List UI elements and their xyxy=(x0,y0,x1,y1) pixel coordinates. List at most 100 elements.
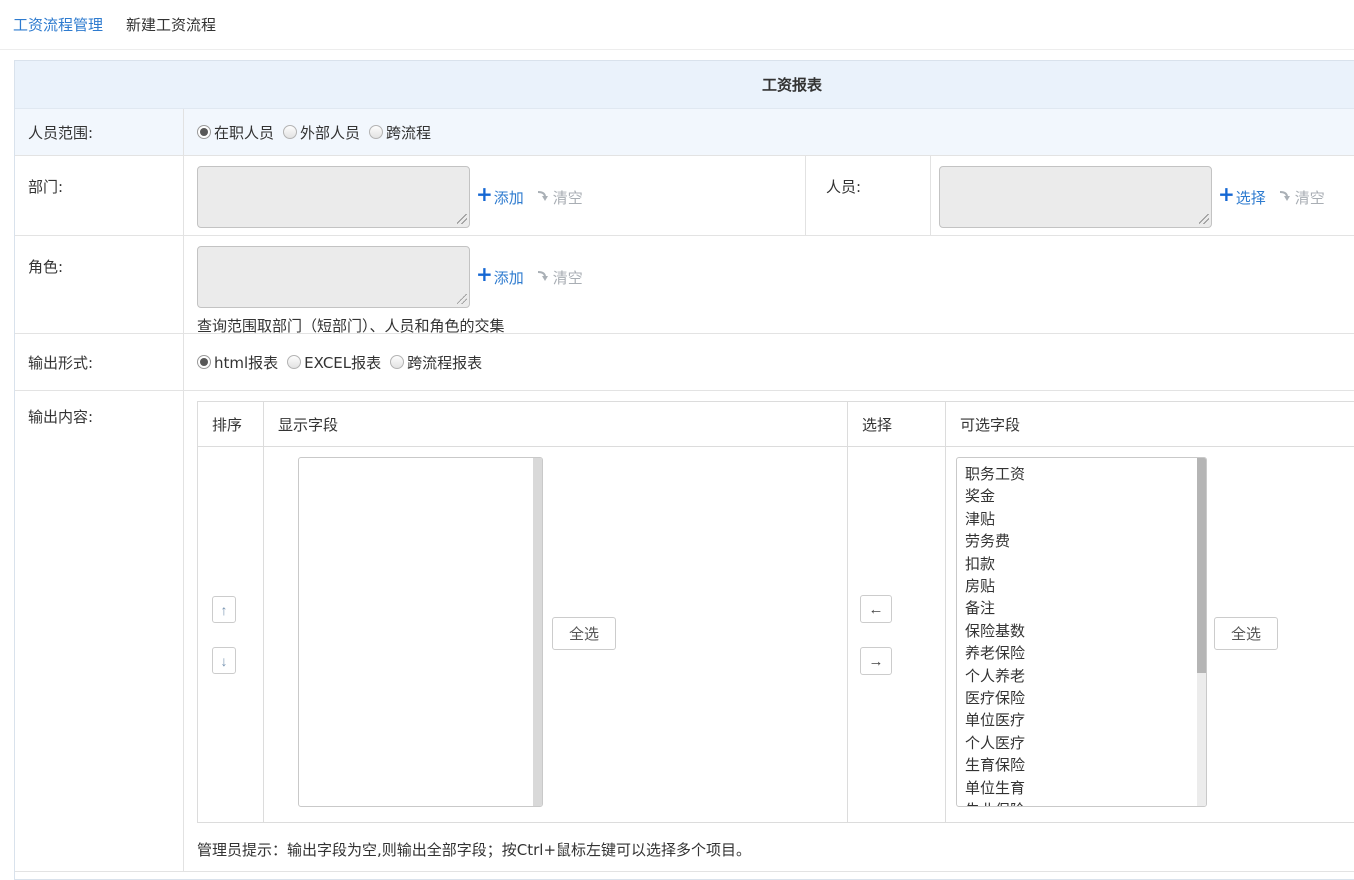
person-field-cell: + 选择 清空 xyxy=(931,156,1354,235)
radio-selected-icon[interactable] xyxy=(197,355,211,369)
output-format-options: html报表 EXCEL报表 跨流程报表 xyxy=(184,334,1354,390)
resize-grip-icon[interactable] xyxy=(1199,214,1209,224)
field-option[interactable]: 单位生育 xyxy=(965,777,1206,799)
scope-radio-group: 在职人员 外部人员 跨流程 xyxy=(197,122,440,143)
plus-icon: + xyxy=(476,264,493,284)
radio-option[interactable]: 跨流程 xyxy=(369,122,431,143)
clear-arrow-icon xyxy=(537,269,551,287)
field-option[interactable]: 单位医疗 xyxy=(965,709,1206,731)
radio-unselected-icon[interactable] xyxy=(283,125,297,139)
person-clear-button[interactable]: 清空 xyxy=(1279,187,1325,208)
display-select-all-button[interactable]: 全选 xyxy=(552,617,616,650)
output-format-row: 输出形式: html报表 EXCEL报表 跨流程报表 xyxy=(15,334,1354,391)
field-option[interactable]: 备注 xyxy=(965,597,1206,619)
field-table-header: 排序 显示字段 选择 可选字段 xyxy=(198,402,1354,447)
sort-column-header: 排序 xyxy=(198,402,264,446)
department-clear-button[interactable]: 清空 xyxy=(537,187,583,208)
output-content-label: 输出内容: xyxy=(15,391,184,871)
role-input[interactable] xyxy=(197,246,470,308)
field-option[interactable]: 扣款 xyxy=(965,553,1206,575)
role-label: 角色: xyxy=(15,236,184,333)
role-scope-hint: 查询范围取部门（短部门）、人员和角色的交集 xyxy=(197,315,1354,336)
output-content-row: 输出内容: 排序 显示字段 选择 可选字段 ↑ ↓ 全选 xyxy=(15,391,1354,872)
radio-label: EXCEL报表 xyxy=(304,352,381,373)
scrollbar-thumb[interactable] xyxy=(1197,458,1206,673)
radio-unselected-icon[interactable] xyxy=(369,125,383,139)
department-add-button[interactable]: + 添加 xyxy=(476,187,524,208)
breadcrumb: 工资流程管理 新建工资流程 xyxy=(0,0,1354,50)
move-left-button[interactable]: ← xyxy=(860,595,892,623)
person-label: 人员: xyxy=(806,156,931,235)
department-field-cell: + 添加 清空 xyxy=(184,156,806,235)
radio-label: 外部人员 xyxy=(300,122,360,143)
field-option[interactable]: 养老保险 xyxy=(965,642,1206,664)
display-listbox-scrollbar[interactable] xyxy=(533,458,542,806)
role-clear-button[interactable]: 清空 xyxy=(537,267,583,288)
resize-grip-icon[interactable] xyxy=(457,214,467,224)
display-fields-listbox[interactable] xyxy=(298,457,543,807)
person-select-button[interactable]: + 选择 xyxy=(1218,187,1266,208)
plus-icon: + xyxy=(1218,184,1235,204)
radio-label: 跨流程 xyxy=(386,122,431,143)
radio-unselected-icon[interactable] xyxy=(287,355,301,369)
sort-cell: ↑ ↓ xyxy=(198,447,264,822)
resize-grip-icon[interactable] xyxy=(457,294,467,304)
select-column-header: 选择 xyxy=(848,402,946,446)
radio-label: html报表 xyxy=(214,352,278,373)
scope-label: 人员范围: xyxy=(15,109,184,155)
salary-report-panel: 工资报表 人员范围: 在职人员外部人员跨流程 部门: + 添加 xyxy=(14,60,1354,880)
radio-unselected-icon[interactable] xyxy=(390,355,404,369)
available-fields-cell: 职务工资奖金津贴劳务费扣款房贴备注保险基数养老保险个人养老医疗保险单位医疗个人医… xyxy=(946,447,1354,822)
field-option[interactable]: 房贴 xyxy=(965,575,1206,597)
field-transfer-table: 排序 显示字段 选择 可选字段 ↑ ↓ 全选 ← xyxy=(197,401,1354,823)
available-listbox-scrollbar[interactable] xyxy=(1197,458,1206,806)
field-option[interactable]: 个人养老 xyxy=(965,665,1206,687)
move-down-button[interactable]: ↓ xyxy=(212,647,236,674)
field-option[interactable]: 个人医疗 xyxy=(965,732,1206,754)
display-fields-column-header: 显示字段 xyxy=(264,402,848,446)
admin-note: 管理员提示：输出字段为空,则输出全部字段；按Ctrl+鼠标左键可以选择多个项目。 xyxy=(197,839,751,860)
output-format-label: 输出形式: xyxy=(15,334,184,390)
panel-title-row: 工资报表 xyxy=(15,61,1354,109)
radio-option[interactable]: 跨流程报表 xyxy=(390,352,482,373)
field-option[interactable]: 津贴 xyxy=(965,508,1206,530)
available-fields-listbox[interactable]: 职务工资奖金津贴劳务费扣款房贴备注保险基数养老保险个人养老医疗保险单位医疗个人医… xyxy=(956,457,1207,807)
move-up-button[interactable]: ↑ xyxy=(212,596,236,623)
field-option[interactable]: 奖金 xyxy=(965,485,1206,507)
field-option[interactable]: 劳务费 xyxy=(965,530,1206,552)
role-field-cell: + 添加 清空 查询范围取部门（短部门）、人员和角色的交集 xyxy=(184,236,1354,333)
display-fields-cell: 全选 xyxy=(264,447,848,822)
field-table-body: ↑ ↓ 全选 ← → 职务工资奖金津贴劳务费扣款房贴备注保险基数养老保 xyxy=(198,447,1354,822)
available-fields-options: 职务工资奖金津贴劳务费扣款房贴备注保险基数养老保险个人养老医疗保险单位医疗个人医… xyxy=(957,458,1206,807)
department-person-row: 部门: + 添加 清空 人员: xyxy=(15,156,1354,236)
radio-selected-icon[interactable] xyxy=(197,125,211,139)
radio-option[interactable]: 外部人员 xyxy=(283,122,360,143)
available-select-all-button[interactable]: 全选 xyxy=(1214,617,1278,650)
person-input[interactable] xyxy=(939,166,1212,228)
role-row: 角色: + 添加 清空 查询范围取部门（短部门）、人员和角 xyxy=(15,236,1354,334)
breadcrumb-new-salary-process[interactable]: 新建工资流程 xyxy=(126,14,216,35)
radio-label: 跨流程报表 xyxy=(407,352,482,373)
select-cell: ← → xyxy=(848,447,946,822)
plus-icon: + xyxy=(476,184,493,204)
role-add-button[interactable]: + 添加 xyxy=(476,267,524,288)
move-right-button[interactable]: → xyxy=(860,647,892,675)
scope-options: 在职人员 外部人员 跨流程 xyxy=(184,109,1354,155)
available-fields-column-header: 可选字段 xyxy=(946,402,1354,446)
radio-option[interactable]: html报表 xyxy=(197,352,278,373)
field-option[interactable]: 失业保险 xyxy=(965,799,1206,807)
radio-option[interactable]: 在职人员 xyxy=(197,122,274,143)
field-option[interactable]: 保险基数 xyxy=(965,620,1206,642)
display-fields-options xyxy=(299,458,542,463)
field-option[interactable]: 生育保险 xyxy=(965,754,1206,776)
breadcrumb-salary-process-management[interactable]: 工资流程管理 xyxy=(13,14,103,35)
radio-label: 在职人员 xyxy=(214,122,274,143)
field-option[interactable]: 医疗保险 xyxy=(965,687,1206,709)
output-format-radio-group: html报表 EXCEL报表 跨流程报表 xyxy=(197,352,491,373)
radio-option[interactable]: EXCEL报表 xyxy=(287,352,381,373)
department-input[interactable] xyxy=(197,166,470,228)
clear-arrow-icon xyxy=(537,189,551,207)
field-option[interactable]: 职务工资 xyxy=(965,463,1206,485)
clear-arrow-icon xyxy=(1279,189,1293,207)
scope-row: 人员范围: 在职人员 外部人员 跨流程 xyxy=(15,109,1354,156)
